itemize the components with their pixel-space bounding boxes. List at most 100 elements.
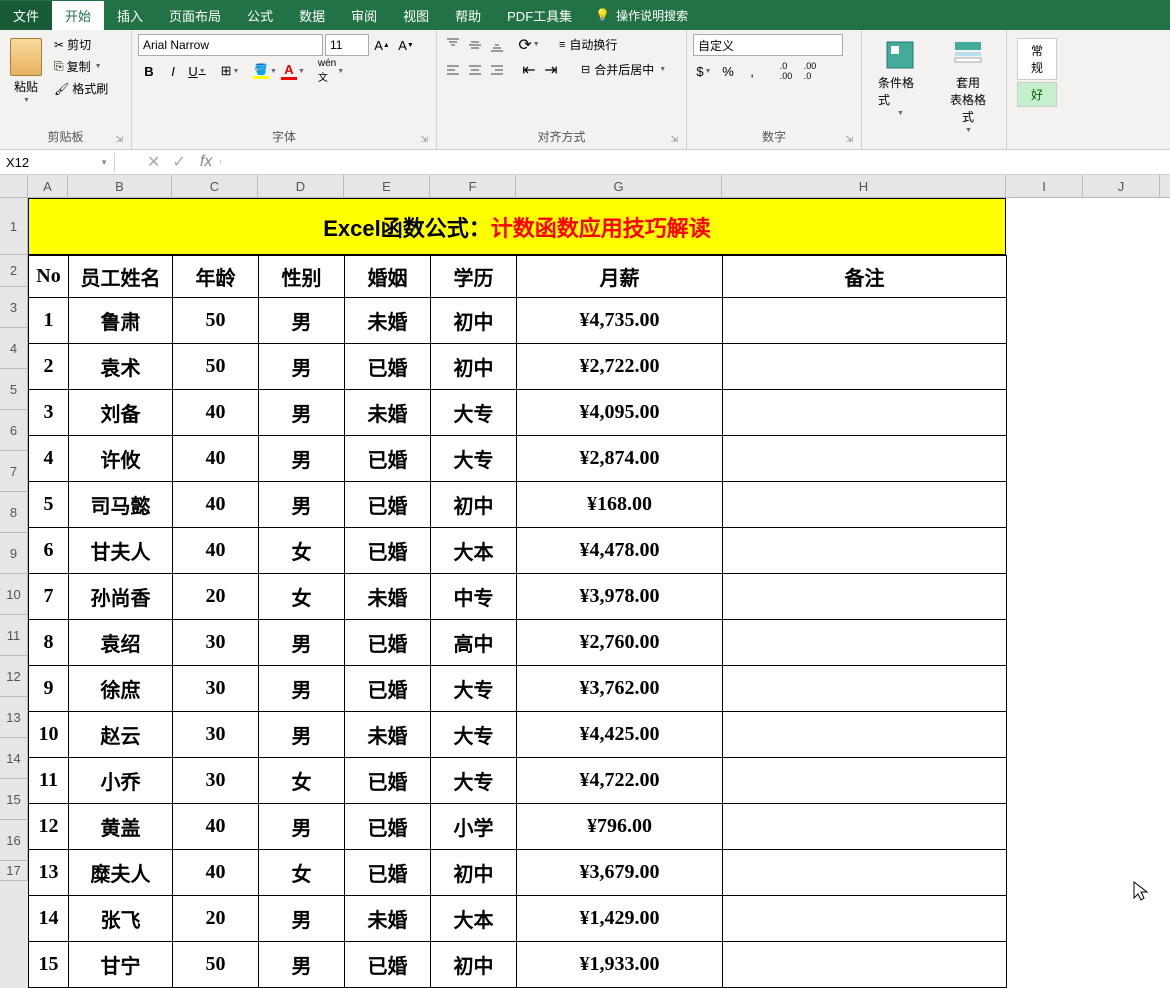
table-cell[interactable]: 男 (259, 804, 345, 850)
data-grid[interactable]: Excel函数公式：计数函数应用技巧解读No员工姓名年龄性别婚姻学历月薪备注1鲁… (28, 198, 1007, 988)
table-cell[interactable]: 13 (29, 850, 69, 896)
table-cell[interactable]: 4 (29, 436, 69, 482)
table-cell[interactable]: 30 (173, 666, 259, 712)
column-header-I[interactable]: I (1006, 175, 1083, 197)
table-cell[interactable]: 初中 (431, 482, 517, 528)
style-good[interactable]: 好 (1017, 82, 1057, 107)
accounting-format-button[interactable]: $▼ (693, 60, 715, 82)
table-header[interactable]: No (29, 256, 69, 298)
table-cell[interactable]: 10 (29, 712, 69, 758)
table-cell[interactable] (723, 344, 1007, 390)
table-row[interactable]: 3刘备40男未婚大专¥4,095.00 (29, 390, 1007, 436)
row-header-4[interactable]: 4 (0, 328, 28, 369)
increase-indent-button[interactable]: ⇥ (541, 61, 561, 79)
column-header-E[interactable]: E (344, 175, 430, 197)
table-cell[interactable]: ¥4,478.00 (517, 528, 723, 574)
table-row[interactable]: 2袁术50男已婚初中¥2,722.00 (29, 344, 1007, 390)
table-cell[interactable] (723, 942, 1007, 988)
table-cell[interactable]: 已婚 (345, 804, 431, 850)
table-cell[interactable]: 40 (173, 436, 259, 482)
table-cell[interactable]: 大专 (431, 436, 517, 482)
table-cell[interactable]: 50 (173, 942, 259, 988)
row-header-10[interactable]: 10 (0, 574, 28, 615)
tab-insert[interactable]: 插入 (104, 1, 156, 30)
confirm-formula-button[interactable]: ✓ (172, 152, 185, 172)
tab-view[interactable]: 视图 (390, 1, 442, 30)
table-cell[interactable]: ¥2,760.00 (517, 620, 723, 666)
table-cell[interactable]: 20 (173, 574, 259, 620)
table-cell[interactable]: 已婚 (345, 850, 431, 896)
table-cell[interactable]: 40 (173, 804, 259, 850)
table-cell[interactable]: 男 (259, 942, 345, 988)
table-cell[interactable]: 袁绍 (69, 620, 173, 666)
table-cell[interactable]: 男 (259, 896, 345, 942)
table-cell[interactable]: 孙尚香 (69, 574, 173, 620)
number-format-select[interactable] (693, 34, 843, 56)
table-cell[interactable]: 50 (173, 298, 259, 344)
table-cell[interactable]: 高中 (431, 620, 517, 666)
table-cell[interactable]: 黄盖 (69, 804, 173, 850)
select-all-corner[interactable] (0, 175, 28, 197)
table-row[interactable]: 8袁绍30男已婚高中¥2,760.00 (29, 620, 1007, 666)
row-header-12[interactable]: 12 (0, 656, 28, 697)
table-cell[interactable] (723, 896, 1007, 942)
comma-button[interactable]: , (741, 60, 763, 82)
fx-icon[interactable]: fx (192, 153, 220, 171)
align-right-button[interactable] (487, 61, 507, 79)
table-cell[interactable]: 大专 (431, 666, 517, 712)
decrease-decimal-button[interactable]: .00.0 (799, 60, 821, 82)
table-cell[interactable]: 男 (259, 390, 345, 436)
row-header-11[interactable]: 11 (0, 615, 28, 656)
increase-font-button[interactable]: A▲ (371, 34, 393, 56)
bold-button[interactable]: B (138, 60, 160, 82)
table-header[interactable]: 年龄 (173, 256, 259, 298)
cancel-formula-button[interactable]: ✕ (147, 152, 160, 172)
row-header-13[interactable]: 13 (0, 697, 28, 738)
table-header[interactable]: 月薪 (517, 256, 723, 298)
italic-button[interactable]: I (162, 60, 184, 82)
table-cell[interactable]: ¥4,425.00 (517, 712, 723, 758)
tell-me-search[interactable]: 💡 操作说明搜索 (595, 7, 688, 24)
table-cell[interactable]: 40 (173, 482, 259, 528)
table-cell[interactable]: 男 (259, 666, 345, 712)
table-cell[interactable]: 女 (259, 758, 345, 804)
table-cell[interactable]: 大专 (431, 758, 517, 804)
phonetic-button[interactable]: wén文 ▼ (317, 60, 345, 82)
table-cell[interactable]: 40 (173, 528, 259, 574)
column-header-J[interactable]: J (1083, 175, 1160, 197)
table-cell[interactable]: 女 (259, 574, 345, 620)
increase-decimal-button[interactable]: .0.00 (775, 60, 797, 82)
align-top-button[interactable] (443, 36, 463, 54)
employee-table[interactable]: No员工姓名年龄性别婚姻学历月薪备注1鲁肃50男未婚初中¥4,735.002袁术… (28, 255, 1007, 988)
table-cell[interactable]: 30 (173, 712, 259, 758)
tab-layout[interactable]: 页面布局 (156, 1, 234, 30)
table-cell[interactable]: 大专 (431, 390, 517, 436)
table-row[interactable]: 14张飞20男未婚大本¥1,429.00 (29, 896, 1007, 942)
row-header-9[interactable]: 9 (0, 533, 28, 574)
table-cell[interactable]: 3 (29, 390, 69, 436)
table-cell[interactable]: 初中 (431, 344, 517, 390)
table-cell[interactable]: 已婚 (345, 758, 431, 804)
column-header-F[interactable]: F (430, 175, 516, 197)
table-cell[interactable]: 男 (259, 620, 345, 666)
table-cell[interactable]: 未婚 (345, 574, 431, 620)
table-cell[interactable]: 12 (29, 804, 69, 850)
table-cell[interactable]: 初中 (431, 298, 517, 344)
table-row[interactable]: 11小乔30女已婚大专¥4,722.00 (29, 758, 1007, 804)
table-cell[interactable] (723, 666, 1007, 712)
table-format-button[interactable]: 套用 表格格式 ▼ (936, 34, 1000, 147)
fill-color-button[interactable]: 🪣 ▼ (252, 60, 278, 82)
table-cell[interactable] (723, 850, 1007, 896)
table-cell[interactable]: 5 (29, 482, 69, 528)
table-cell[interactable]: 6 (29, 528, 69, 574)
table-cell[interactable]: ¥2,722.00 (517, 344, 723, 390)
table-row[interactable]: 9徐庶30男已婚大专¥3,762.00 (29, 666, 1007, 712)
row-header-14[interactable]: 14 (0, 738, 28, 779)
column-header-B[interactable]: B (68, 175, 172, 197)
table-header[interactable]: 性别 (259, 256, 345, 298)
row-header-8[interactable]: 8 (0, 492, 28, 533)
cut-button[interactable]: ✂ 剪切 (50, 34, 112, 55)
table-row[interactable]: 4许攸40男已婚大专¥2,874.00 (29, 436, 1007, 482)
tab-file[interactable]: 文件 (0, 1, 52, 30)
table-cell[interactable]: 20 (173, 896, 259, 942)
